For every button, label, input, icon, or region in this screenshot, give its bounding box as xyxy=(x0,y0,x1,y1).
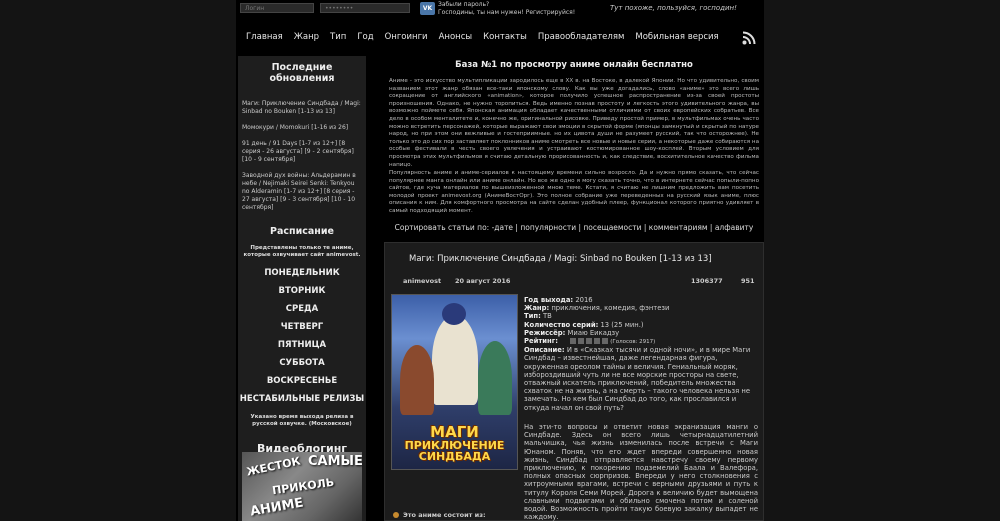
schedule-title: Расписание xyxy=(270,226,334,237)
description-text-2: На эти-то вопросы и ответит новая экрани… xyxy=(524,423,758,521)
year-label: Год выхода: xyxy=(524,296,574,304)
site-tagline: Тут похоже, пользуйся, господин! xyxy=(610,4,737,12)
sort-bar[interactable]: Сортировать статьи по: -дате | популярно… xyxy=(384,223,764,232)
poster-figure xyxy=(442,303,466,325)
nav-contacts[interactable]: Контакты xyxy=(483,32,527,42)
bullet-icon xyxy=(393,512,399,518)
auth-links: Забыли пароль? Господины, ты нам нужен! … xyxy=(438,1,575,17)
vk-login-icon[interactable]: VK xyxy=(420,2,435,15)
day-tuesday[interactable]: ВТОРНИК xyxy=(238,282,366,300)
day-thursday[interactable]: ЧЕТВЕРГ xyxy=(238,318,366,336)
day-saturday[interactable]: СУББОТА xyxy=(238,354,366,372)
anime-info: Год выхода: 2016 Жанр: приключения, коме… xyxy=(524,296,760,412)
rss-icon[interactable] xyxy=(742,31,756,45)
poster-subtitle: ПРИКЛЮЧЕНИЕ СИНДБАДА xyxy=(404,439,505,463)
day-wednesday[interactable]: СРЕДА xyxy=(238,300,366,318)
updates-title: Последние обновления xyxy=(269,62,335,84)
update-item[interactable]: 91 день / 91 Days [1-7 из 12+] [8 серия … xyxy=(238,140,366,164)
poster-figure xyxy=(478,341,512,415)
vlog-word: ЖЕСТОК xyxy=(245,454,302,479)
vlog-word: ПРИКОЛЬ xyxy=(271,475,335,498)
episodes-label: Количество серий: xyxy=(524,320,599,329)
vlog-word: САМЫЕ xyxy=(308,454,362,469)
description-text: И в «Сказках тысячи и одной ночи», и в м… xyxy=(524,346,751,412)
genre-value: приключения, комедия, фэнтези xyxy=(551,304,670,313)
rating-label: Рейтинг: xyxy=(524,337,559,346)
nav-rightholders[interactable]: Правообладателям xyxy=(538,32,625,42)
director-value: Миаю Еикадзу xyxy=(567,328,620,337)
consists-of[interactable]: Это аниме состоит из: xyxy=(393,511,486,519)
description-label: Описание: xyxy=(524,346,565,355)
director-label: Режиссёр: xyxy=(524,328,566,337)
nav-type[interactable]: Тип xyxy=(330,32,346,42)
update-item[interactable]: Маги: Приключение Синдбада / Magi: Sinba… xyxy=(238,100,366,116)
login-bar: VK Забыли пароль? Господины, ты нам нуже… xyxy=(236,0,764,18)
nav-year[interactable]: Год xyxy=(357,32,373,42)
release-note: Указано время выхода релиза в русской оз… xyxy=(250,414,354,427)
update-item[interactable]: Момокури / Momokuri [1-16 из 26] xyxy=(238,124,366,132)
type-label: Тип: xyxy=(524,312,541,321)
anime-title-link[interactable]: Маги: Приключение Синдбада / Magi: Sinba… xyxy=(409,254,712,264)
genre-label: Жанр: xyxy=(524,304,550,313)
type-value: ТВ xyxy=(543,312,552,321)
author[interactable]: animevost xyxy=(403,277,441,285)
register-link[interactable]: Господины, ты нам нужен! Регистрируйся! xyxy=(438,9,575,17)
view-count: 1306377 xyxy=(691,277,723,285)
vlog-word: АНИМЕ xyxy=(249,495,305,520)
main-nav: Главная Жанр Тип Год Онгоинги Анонсы Кон… xyxy=(236,26,764,48)
day-monday[interactable]: ПОНЕДЕЛЬНИК xyxy=(238,264,366,282)
nav-mobile[interactable]: Мобильная версия xyxy=(635,32,718,42)
password-input[interactable] xyxy=(320,3,410,13)
update-item[interactable]: Заводной дух войны: Альдерамин в небе / … xyxy=(238,172,366,212)
forgot-password-link[interactable]: Забыли пароль? xyxy=(438,1,575,9)
nav-ongoing[interactable]: Онгоинги xyxy=(385,32,428,42)
login-input[interactable] xyxy=(240,3,314,13)
nav-genre[interactable]: Жанр xyxy=(294,32,319,42)
schedule-note: Представлены только те аниме, которые оз… xyxy=(243,245,361,258)
nav-announcements[interactable]: Анонсы xyxy=(439,32,473,42)
left-sidebar: Последние обновления Маги: Приключение С… xyxy=(238,56,366,521)
episodes-value: 13 (25 мин.) xyxy=(600,320,644,329)
year-value: 2016 xyxy=(575,296,593,304)
votes-count: (Голосов: 2917) xyxy=(610,339,656,346)
consists-label: Это аниме состоит из: xyxy=(403,511,486,519)
poster-figure xyxy=(432,315,478,405)
day-friday[interactable]: ПЯТНИЦА xyxy=(238,336,366,354)
day-unstable[interactable]: НЕСТАБИЛЬНЫЕ РЕЛИЗЫ xyxy=(238,390,366,408)
comment-count[interactable]: 951 xyxy=(741,277,755,285)
vlog-video-thumbnail[interactable]: ЖЕСТОК САМЫЕ ПРИКОЛЬ АНИМЕ xyxy=(242,452,362,521)
anime-card: Маги: Приключение Синдбада / Magi: Sinba… xyxy=(384,242,764,521)
nav-home[interactable]: Главная xyxy=(246,32,283,42)
anime-poster[interactable]: МАГИ ПРИКЛЮЧЕНИЕ СИНДБАДА xyxy=(391,294,518,470)
day-sunday[interactable]: ВОСКРЕСЕНЬЕ xyxy=(238,372,366,390)
poster-figure xyxy=(400,345,434,415)
publish-date: 20 август 2016 xyxy=(455,277,511,285)
rating-stars[interactable] xyxy=(570,338,609,345)
intro-paragraph: Аниме - это искусство мультипликации зар… xyxy=(389,78,759,168)
intro-paragraph-2: Популярность аниме и аниме-сериалов к на… xyxy=(389,170,759,214)
page-title: База №1 по просмотру аниме онлайн беспла… xyxy=(455,60,693,70)
